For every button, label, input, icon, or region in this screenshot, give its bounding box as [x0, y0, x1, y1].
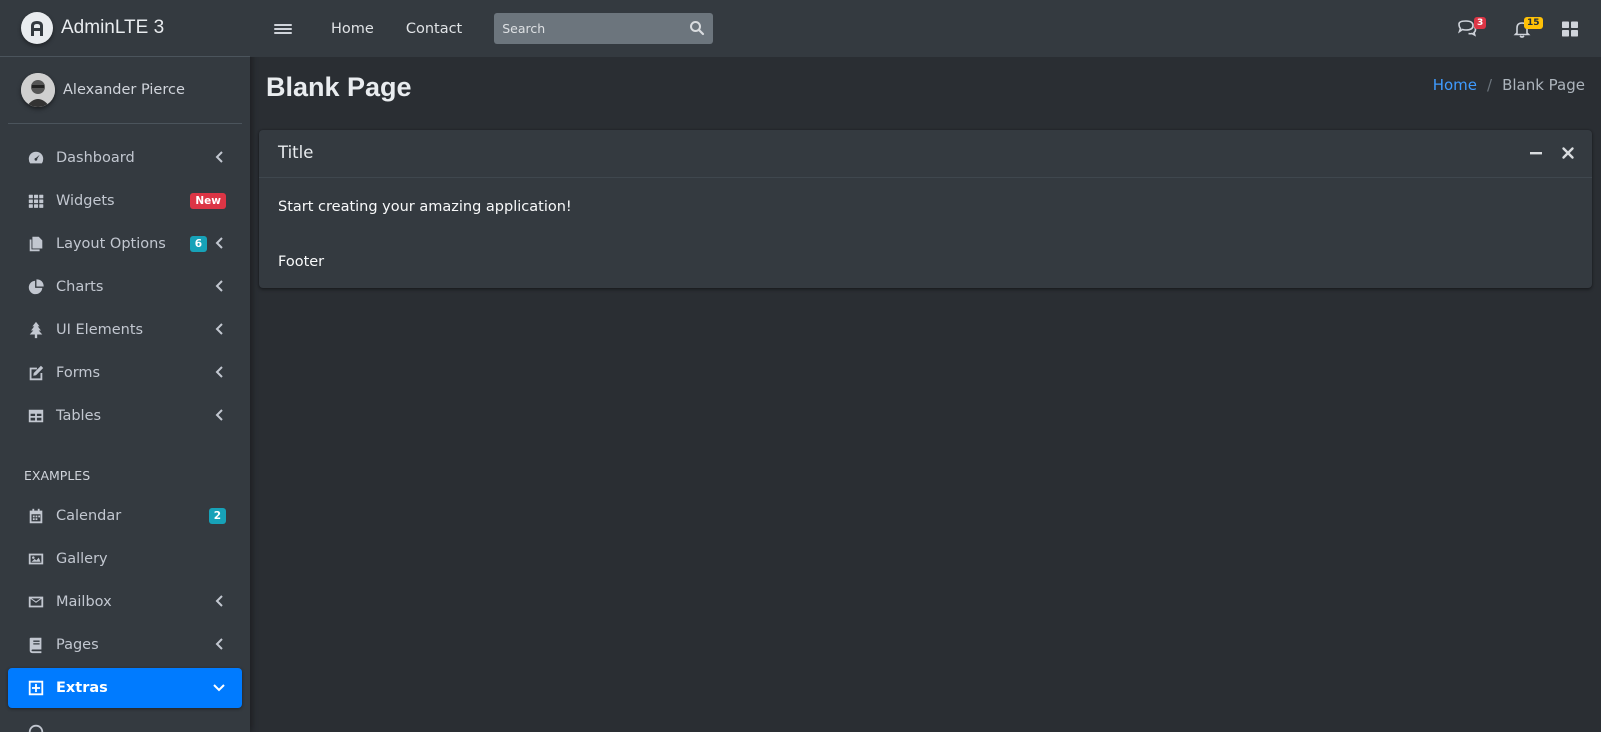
- chevron-left-icon: [212, 150, 226, 164]
- search-icon[interactable]: [689, 20, 705, 36]
- nav-link-home[interactable]: Home: [331, 21, 374, 37]
- chevron-left-icon: [212, 322, 226, 336]
- page-title: Blank Page: [266, 72, 412, 102]
- chevron-left-icon: [212, 594, 226, 608]
- count-badge: 6: [189, 236, 207, 252]
- th-grid-icon: [26, 191, 46, 211]
- sidebar-item-gallery[interactable]: Gallery: [8, 539, 242, 579]
- content-card: Title Start creating your amazing applic…: [259, 130, 1592, 288]
- sidebar-item-label: Widgets: [56, 193, 115, 209]
- messages-badge: 3: [1474, 17, 1487, 29]
- sidebar-nav: Dashboard Widgets New Layout Options 6 C…: [0, 124, 250, 732]
- count-badge: 2: [208, 508, 226, 524]
- user-panel[interactable]: Alexander Pierce: [8, 57, 242, 124]
- calendar-icon: [26, 506, 46, 526]
- circle-icon: [26, 722, 46, 732]
- top-navbar: Home Contact 3 15: [250, 0, 1601, 57]
- chevron-left-icon: [212, 236, 226, 250]
- breadcrumb-separator: /: [1487, 76, 1493, 94]
- sidebar-item-label: Layout Options: [56, 236, 166, 252]
- card-title: Title: [278, 143, 314, 162]
- hamburger-menu-icon[interactable]: [274, 22, 292, 36]
- tree-icon: [26, 320, 46, 340]
- navbar-search: [494, 13, 714, 44]
- minus-icon[interactable]: [1529, 146, 1543, 160]
- sidebar-item-label: Mailbox: [56, 594, 112, 610]
- sidebar-item-dashboard[interactable]: Dashboard: [8, 138, 242, 178]
- sidebar-item-tables[interactable]: Tables: [8, 396, 242, 436]
- content-wrapper: Blank Page Home / Blank Page Title Start…: [250, 57, 1601, 732]
- breadcrumb: Home / Blank Page: [1433, 76, 1585, 94]
- notifications-badge: 15: [1524, 17, 1543, 29]
- navbar-right: 3 15: [1441, 0, 1601, 57]
- tachometer-icon: [26, 148, 46, 168]
- sidebar-item-extras[interactable]: Extras: [8, 668, 242, 708]
- sidebar-item-forms[interactable]: Forms: [8, 353, 242, 393]
- chevron-down-icon: [212, 680, 226, 694]
- sidebar-item-pages[interactable]: Pages: [8, 625, 242, 665]
- sidebar-item-ui-elements[interactable]: UI Elements: [8, 310, 242, 350]
- card-header: Title: [259, 130, 1592, 178]
- table-icon: [26, 406, 46, 426]
- sidebar-item-label: Gallery: [56, 551, 108, 567]
- sidebar-item-layout-options[interactable]: Layout Options 6: [8, 224, 242, 264]
- sidebar-item-mailbox[interactable]: Mailbox: [8, 582, 242, 622]
- user-avatar[interactable]: [21, 73, 55, 107]
- chevron-left-icon: [212, 279, 226, 293]
- chevron-left-icon: [212, 408, 226, 422]
- copy-icon: [26, 234, 46, 254]
- breadcrumb-home-link[interactable]: Home: [1433, 76, 1477, 94]
- close-icon[interactable]: [1561, 146, 1575, 160]
- sidebar-item-label: Pages: [56, 637, 99, 653]
- brand-link[interactable]: AdminLTE 3: [0, 0, 250, 57]
- sidebar-item-charts[interactable]: Charts: [8, 267, 242, 307]
- plus-square-icon: [26, 678, 46, 698]
- image-icon: [26, 549, 46, 569]
- pie-chart-icon: [26, 277, 46, 297]
- sidebar-item-calendar[interactable]: Calendar 2: [8, 496, 242, 536]
- brand-logo-icon: [21, 12, 53, 44]
- card-body: Start creating your amazing application!: [278, 199, 572, 215]
- book-icon: [26, 635, 46, 655]
- sidebar-item-label: Calendar: [56, 508, 122, 524]
- nav-link-contact[interactable]: Contact: [406, 21, 462, 37]
- edit-icon: [26, 363, 46, 383]
- main-sidebar: AdminLTE 3 Alexander Pierce Dashboard Wi…: [0, 0, 250, 732]
- sidebar-item-partial[interactable]: [8, 712, 242, 732]
- th-large-icon[interactable]: [1559, 18, 1581, 40]
- breadcrumb-current: Blank Page: [1502, 76, 1585, 94]
- sidebar-item-label: Charts: [56, 279, 104, 295]
- sidebar-item-widgets[interactable]: Widgets New: [8, 181, 242, 221]
- search-input[interactable]: [494, 21, 680, 36]
- chevron-left-icon: [212, 365, 226, 379]
- new-badge: New: [190, 193, 226, 209]
- sidebar-item-label: Tables: [56, 408, 102, 424]
- sidebar-header-examples: EXAMPLES: [24, 468, 91, 483]
- sidebar-item-label: UI Elements: [56, 322, 144, 338]
- sidebar-item-label: Dashboard: [56, 150, 135, 166]
- envelope-icon: [26, 592, 46, 612]
- chevron-left-icon: [212, 637, 226, 651]
- card-footer: Footer: [278, 254, 325, 270]
- sidebar-item-label: Extras: [56, 680, 108, 696]
- brand-title: AdminLTE 3: [61, 17, 165, 38]
- user-name[interactable]: Alexander Pierce: [63, 82, 185, 98]
- sidebar-item-label: Forms: [56, 365, 101, 381]
